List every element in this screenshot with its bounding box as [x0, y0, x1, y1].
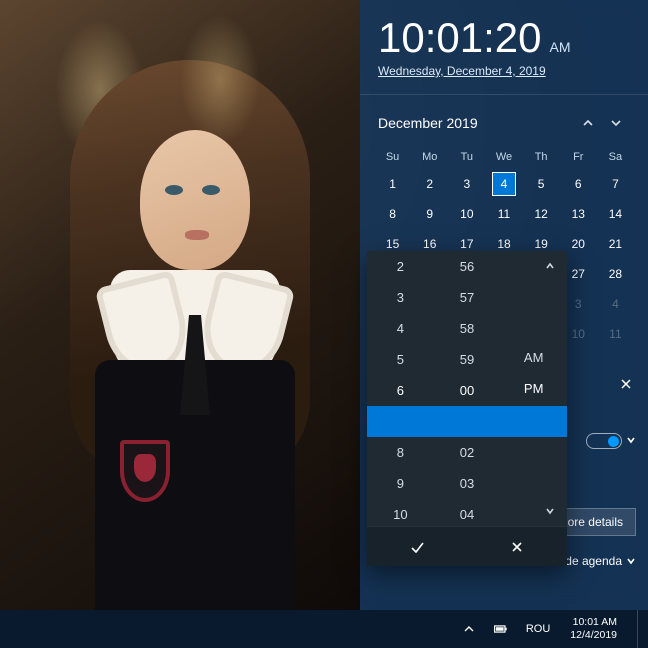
clock-date-link[interactable]: Wednesday, December 4, 2019 [378, 64, 546, 78]
wheel-value[interactable]: 56 [434, 251, 501, 282]
calendar-day[interactable]: 8 [374, 199, 411, 229]
clock-block: 10:01:20 AM Wednesday, December 4, 2019 [360, 0, 648, 84]
calendar-month-label[interactable]: December 2019 [378, 115, 574, 131]
calendar-weekday: Sa [597, 145, 634, 169]
calendar-prev-button[interactable] [574, 109, 602, 137]
tray-clock-time: 10:01 AM [570, 616, 617, 629]
reminder-toggle-expand[interactable] [626, 432, 636, 450]
calendar-day[interactable]: 4 [597, 289, 634, 319]
wallpaper-figure [40, 60, 340, 610]
wheel-value[interactable]: 7 [367, 406, 434, 437]
calendar-weekday: Mo [411, 145, 448, 169]
calendar-day[interactable]: 1 [374, 169, 411, 199]
reminder-toggle[interactable] [586, 433, 622, 449]
calendar-day[interactable]: 10 [448, 199, 485, 229]
wheel-value[interactable] [500, 404, 567, 434]
show-desktop-button[interactable] [637, 610, 642, 648]
calendar-next-button[interactable] [602, 109, 630, 137]
wheel-value[interactable] [500, 312, 567, 342]
period-wheel[interactable]: AMPM [500, 251, 567, 526]
calendar-day[interactable]: 6 [560, 169, 597, 199]
wheel-value[interactable]: 2 [367, 251, 434, 282]
tray-clock[interactable]: 10:01 AM 12/4/2019 [564, 616, 623, 642]
calendar-day[interactable]: 9 [411, 199, 448, 229]
calendar-day[interactable]: 5 [523, 169, 560, 199]
calendar-day[interactable]: 14 [597, 199, 634, 229]
wheel-down-button[interactable] [541, 502, 559, 520]
reminder-close-button[interactable] [616, 374, 636, 394]
calendar-day[interactable]: 21 [597, 229, 634, 259]
wheel-value[interactable]: 02 [434, 437, 501, 468]
wheel-value[interactable]: AM [500, 342, 567, 373]
wheel-value[interactable]: 8 [367, 437, 434, 468]
wheel-value[interactable]: 00 [434, 375, 501, 406]
calendar-weekday: We [485, 145, 522, 169]
tray-overflow-button[interactable] [458, 610, 480, 648]
calendar-day[interactable]: 2 [411, 169, 448, 199]
calendar-day[interactable]: 3 [448, 169, 485, 199]
chevron-down-icon [626, 556, 636, 566]
calendar-day[interactable]: 13 [560, 199, 597, 229]
wheel-value[interactable] [500, 465, 567, 495]
calendar-day[interactable]: 4 [485, 169, 522, 199]
calendar-day[interactable]: 28 [597, 259, 634, 289]
wheel-value[interactable]: 3 [367, 282, 434, 313]
minute-wheel[interactable]: 565758590001020304 [434, 251, 501, 526]
wheel-value[interactable]: 59 [434, 344, 501, 375]
wheel-value[interactable]: PM [500, 373, 567, 404]
wheel-value[interactable]: 5 [367, 344, 434, 375]
clock-time: 10:01:20 [378, 14, 542, 62]
wheel-value[interactable]: 58 [434, 313, 501, 344]
desktop: 10:01:20 AM Wednesday, December 4, 2019 … [0, 0, 648, 610]
calendar-weekday: Fr [560, 145, 597, 169]
wheel-value[interactable] [500, 435, 567, 465]
wheel-value[interactable]: 01 [434, 406, 501, 437]
time-picker[interactable]: 2345678910 565758590001020304 AMPM [367, 251, 567, 566]
calendar-weekday: Su [374, 145, 411, 169]
taskbar: ROU 10:01 AM 12/4/2019 [0, 610, 648, 648]
desktop-wallpaper [0, 0, 360, 610]
calendar-weekday: Th [523, 145, 560, 169]
tray-language[interactable]: ROU [522, 623, 554, 635]
time-picker-accept-button[interactable] [367, 527, 467, 566]
wheel-value[interactable]: 04 [434, 499, 501, 526]
wheel-up-button[interactable] [541, 257, 559, 275]
hour-wheel[interactable]: 2345678910 [367, 251, 434, 526]
calendar-day[interactable]: 7 [597, 169, 634, 199]
calendar-day[interactable]: 11 [597, 319, 634, 349]
calendar-weekday: Tu [448, 145, 485, 169]
wheel-value[interactable]: 10 [367, 499, 434, 526]
calendar-day[interactable]: 11 [485, 199, 522, 229]
wheel-value[interactable]: 03 [434, 468, 501, 499]
wheel-value[interactable] [500, 281, 567, 311]
time-picker-cancel-button[interactable] [467, 527, 567, 566]
clock-ampm: AM [550, 39, 571, 55]
wheel-value[interactable]: 4 [367, 313, 434, 344]
wheel-value[interactable]: 6 [367, 375, 434, 406]
time-picker-wheels: 2345678910 565758590001020304 AMPM [367, 251, 567, 526]
battery-icon[interactable] [490, 610, 512, 648]
calendar-day[interactable]: 12 [523, 199, 560, 229]
wheel-value[interactable]: 9 [367, 468, 434, 499]
wheel-value[interactable]: 57 [434, 282, 501, 313]
tray-clock-date: 12/4/2019 [570, 629, 617, 642]
